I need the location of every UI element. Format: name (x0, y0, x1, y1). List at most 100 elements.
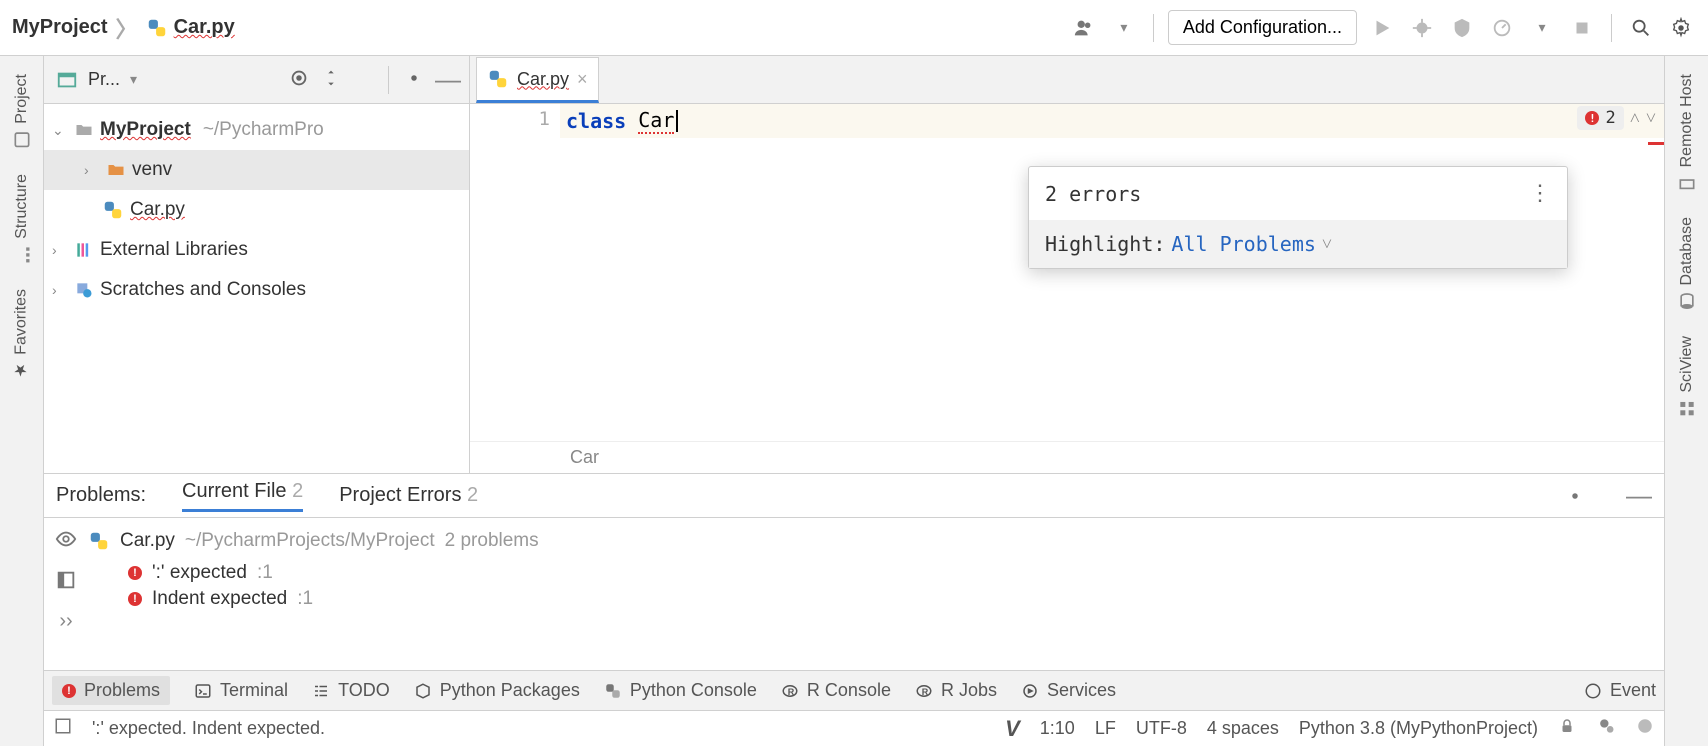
tab-close-icon[interactable]: × (577, 69, 588, 90)
tree-item-label: venv (132, 159, 172, 181)
vim-icon[interactable]: V (1005, 716, 1020, 742)
error-stripe-marker[interactable] (1648, 142, 1664, 145)
status-indent[interactable]: 4 spaces (1207, 718, 1279, 739)
panel-gear-icon[interactable] (403, 67, 425, 92)
tree-item-venv[interactable]: › venv (44, 150, 469, 190)
folder-icon (74, 120, 94, 140)
breadcrumb: MyProject 〉 Car.py (12, 12, 235, 44)
tool-python-console[interactable]: Python Console (604, 680, 757, 701)
gear-icon[interactable] (1666, 13, 1696, 43)
tool-services[interactable]: Services (1021, 680, 1116, 701)
tool-r-console[interactable]: RR Console (781, 680, 891, 701)
status-interpreter[interactable]: Python 3.8 (MyPythonProject) (1299, 718, 1538, 739)
tree-root-path: ~/PycharmPro (203, 119, 324, 141)
search-icon[interactable] (1626, 13, 1656, 43)
more-icon[interactable]: ⋮ (1529, 181, 1551, 206)
layout-icon[interactable] (55, 569, 77, 594)
tool-favorites[interactable]: ★Favorites (12, 289, 31, 380)
tool-remote-host[interactable]: Remote Host (1677, 74, 1697, 193)
tool-project[interactable]: Project (12, 74, 32, 150)
profiler-icon[interactable] (1487, 13, 1517, 43)
popup-row-link: All Problems (1171, 232, 1316, 256)
tool-r-jobs[interactable]: RR Jobs (915, 680, 997, 701)
problems-file-path: ~/PycharmProjects/MyProject (185, 530, 435, 552)
problems-hide-icon[interactable]: — (1626, 480, 1652, 511)
problems-label: Problems: (56, 484, 146, 507)
coverage-icon[interactable] (1447, 13, 1477, 43)
tree-item-label: External Libraries (100, 239, 248, 261)
eye-icon[interactable] (55, 528, 77, 553)
status-caret-pos[interactable]: 1:10 (1040, 718, 1075, 739)
error-icon: ! (128, 566, 142, 580)
tab-project-errors[interactable]: Project Errors 2 (339, 484, 478, 507)
library-icon (74, 240, 94, 260)
python-file-icon (487, 68, 509, 90)
tool-database[interactable]: Database (1677, 217, 1697, 312)
locate-icon[interactable] (288, 67, 310, 92)
stop-icon[interactable] (1567, 13, 1597, 43)
problems-gear-icon[interactable] (1560, 481, 1590, 511)
popup-highlight-row[interactable]: Highlight: All Problems ˅ (1029, 220, 1567, 268)
tool-python-packages[interactable]: Python Packages (414, 680, 580, 701)
users-dropdown-icon[interactable]: ▾ (1109, 13, 1139, 43)
tree-scratches[interactable]: › Scratches and Consoles (44, 270, 469, 310)
tree-external-libs[interactable]: › External Libraries (44, 230, 469, 270)
right-tool-strip: Remote Host Database SciView (1664, 56, 1708, 746)
left-tool-strip: Project Structure ★Favorites (0, 56, 44, 746)
expand-icon[interactable]: ›› (59, 610, 72, 633)
inspection-profile-icon[interactable] (1596, 716, 1616, 741)
lock-icon[interactable] (1558, 717, 1576, 740)
tree-root[interactable]: ⌄ MyProject ~/PycharmPro (44, 110, 469, 150)
problems-tool-window: Problems: Current File 2 Project Errors … (44, 474, 1664, 670)
tab-current-file[interactable]: Current File 2 (182, 480, 303, 512)
error-icon: ! (62, 684, 76, 698)
status-encoding[interactable]: UTF-8 (1136, 718, 1187, 739)
next-error-icon[interactable]: ˅ (1646, 108, 1656, 129)
problems-list[interactable]: Car.py ~/PycharmProjects/MyProject 2 pro… (88, 518, 1664, 670)
editor-breadcrumb[interactable]: Car (470, 441, 1664, 473)
memory-icon[interactable] (1636, 717, 1654, 740)
status-bar: ':' expected. Indent expected. V 1:10 LF… (44, 710, 1664, 746)
error-icon: ! (128, 592, 142, 606)
breadcrumb-file[interactable]: Car.py (146, 16, 235, 39)
add-configuration-button[interactable]: Add Configuration... (1168, 10, 1357, 45)
status-line-sep[interactable]: LF (1095, 718, 1116, 739)
python-file-icon (146, 17, 168, 39)
project-view-icon[interactable] (56, 69, 78, 91)
problems-file-row[interactable]: Car.py ~/PycharmProjects/MyProject 2 pro… (88, 526, 1664, 560)
prev-error-icon[interactable]: ˄ (1630, 108, 1640, 129)
bottom-tool-bar: !Problems Terminal TODO Python Packages … (44, 670, 1664, 710)
users-icon[interactable] (1069, 13, 1099, 43)
collapse-all-icon[interactable] (352, 67, 374, 92)
tree-item-carpy[interactable]: Car.py (44, 190, 469, 230)
project-panel-title[interactable]: Pr... (88, 69, 120, 90)
tool-problems[interactable]: !Problems (52, 676, 170, 705)
expand-all-icon[interactable] (320, 67, 342, 92)
problems-side-toolbar: ›› (44, 518, 88, 670)
breadcrumb-project[interactable]: MyProject (12, 16, 108, 39)
problem-item[interactable]: ! Indent expected :1 (88, 586, 1664, 612)
status-icon[interactable] (54, 717, 72, 740)
inspection-widget[interactable]: !2 ˄ ˅ (1577, 106, 1656, 130)
breadcrumb-separator: 〉 (116, 12, 138, 44)
project-dropdown-icon[interactable]: ▾ (130, 71, 137, 88)
tool-terminal[interactable]: Terminal (194, 680, 288, 701)
profiler-dropdown-icon[interactable]: ▾ (1527, 13, 1557, 43)
code-editor[interactable]: 1 class Car !2 ˄ ˅ (470, 104, 1664, 441)
code-line[interactable]: class Car (560, 104, 1664, 138)
editor-tab[interactable]: Car.py × (476, 57, 599, 103)
run-icon[interactable] (1367, 13, 1397, 43)
problem-item[interactable]: ! ':' expected :1 (88, 560, 1664, 586)
chevron-down-icon: ˅ (1322, 234, 1332, 255)
tool-sciview[interactable]: SciView (1677, 336, 1697, 419)
editor-area: Car.py × 1 class Car !2 ˄ (470, 56, 1664, 473)
tool-todo[interactable]: TODO (312, 680, 390, 701)
error-icon: ! (1585, 111, 1599, 125)
svg-text:R: R (922, 686, 929, 696)
panel-hide-icon[interactable]: — (435, 64, 461, 95)
debug-icon[interactable] (1407, 13, 1437, 43)
tool-event-log[interactable]: Event (1584, 680, 1656, 701)
project-tree[interactable]: ⌄ MyProject ~/PycharmPro › venv Car.py (44, 104, 469, 316)
popup-row-prefix: Highlight: (1045, 232, 1165, 256)
tool-structure[interactable]: Structure (12, 174, 32, 265)
